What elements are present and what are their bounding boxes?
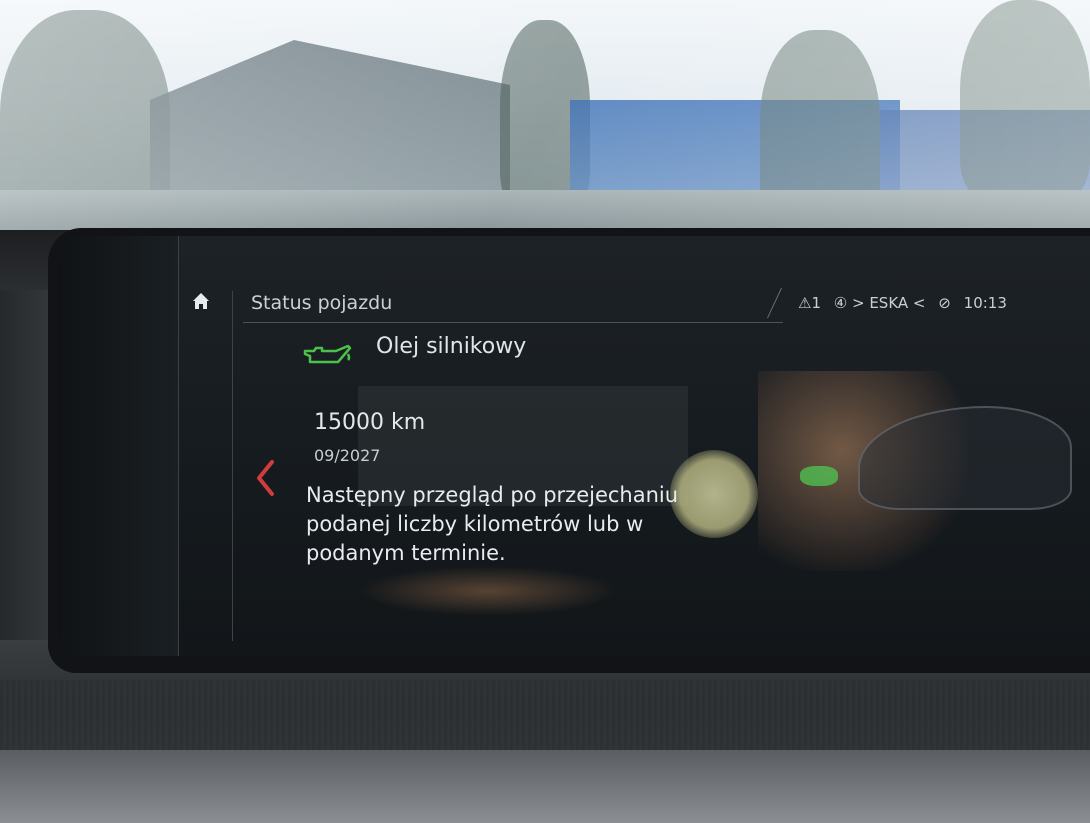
warning-indicator[interactable]: ⚠1 xyxy=(798,294,821,312)
item-title: Olej silnikowy xyxy=(376,334,527,359)
windshield-glare xyxy=(0,0,1090,250)
service-distance: 15000 km xyxy=(314,410,426,435)
status-bar: ⚠1 ④ > ESKA < ⊘ 10:13 xyxy=(798,294,1015,312)
mute-icon: ⊘ xyxy=(938,294,951,312)
dashboard-trim xyxy=(0,680,1090,750)
dashboard-edge xyxy=(0,750,1090,823)
reflection xyxy=(800,466,838,486)
page-title: Status pojazdu xyxy=(251,292,393,314)
reflection xyxy=(358,566,618,616)
clock: 10:13 xyxy=(963,294,1007,312)
service-description: Następny przegląd po przejechaniu podane… xyxy=(306,483,679,565)
title-divider xyxy=(243,322,783,323)
radio-station[interactable]: ④ > ESKA < xyxy=(834,294,926,312)
panel-divider xyxy=(232,291,233,641)
back-arrow-icon[interactable] xyxy=(254,458,276,498)
service-date: 09/2027 xyxy=(314,446,381,465)
screen-sidebar xyxy=(58,236,179,656)
infotainment-screen: Status pojazdu ⚠1 ④ > ESKA < ⊘ 10:13 Ole… xyxy=(58,236,1090,656)
home-icon[interactable] xyxy=(191,291,211,311)
oil-can-icon xyxy=(303,344,352,364)
